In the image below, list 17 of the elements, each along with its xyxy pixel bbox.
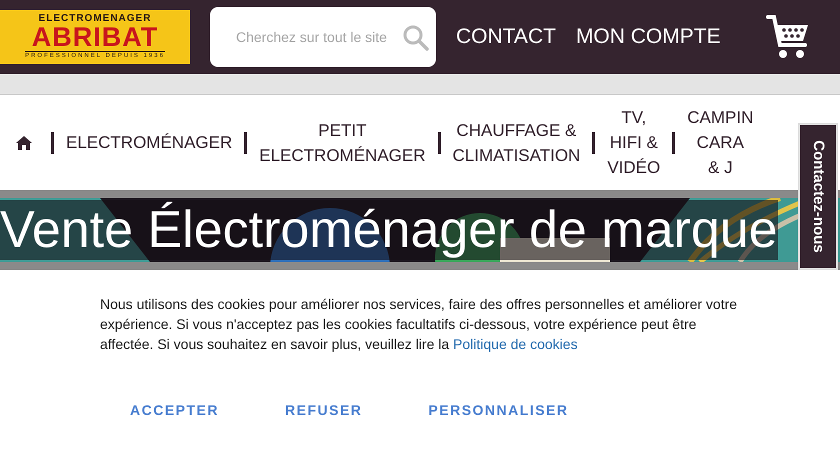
nav-item[interactable]: CAMPIN CARA & J: [675, 105, 766, 180]
nav-item[interactable]: PETIT ELECTROMÉNAGER: [247, 118, 438, 168]
cart-icon[interactable]: [764, 13, 811, 61]
cookie-button[interactable]: REFUSER: [265, 396, 382, 424]
cookie-policy-link[interactable]: Politique de cookies: [453, 336, 578, 352]
contact-tab[interactable]: Contactez-nous: [798, 123, 838, 270]
cookie-button[interactable]: ACCEPTER: [110, 396, 240, 424]
nav-item[interactable]: CHAUFFAGE & CLIMATISATION: [440, 118, 592, 168]
header-link[interactable]: CONTACT: [456, 25, 556, 49]
search-field[interactable]: Cherchez sur tout le site: [210, 7, 436, 67]
header-link[interactable]: MON COMPTE: [576, 25, 721, 49]
cookie-notice: Nous utilisons des cookies pour améliorer nos services, faire des offres personnelles et améliorer votre expérience. Si vous n'acceptez pas les cookies facultatifs ci-dessous, votre expérience peut être affectée. Si vous souhaitez en savoir plus, veuillez lire la Politique de cookies: [100, 295, 738, 354]
nav-item[interactable]: TV, HIFI & VIDÉO: [595, 105, 672, 180]
nav-item[interactable]: ELECTROMÉNAGER: [54, 130, 244, 155]
home-icon[interactable]: [15, 134, 33, 150]
banner-heading: Vente Électroménager de marque: [0, 200, 778, 260]
cookie-button[interactable]: PERSONNALISER: [408, 396, 588, 424]
